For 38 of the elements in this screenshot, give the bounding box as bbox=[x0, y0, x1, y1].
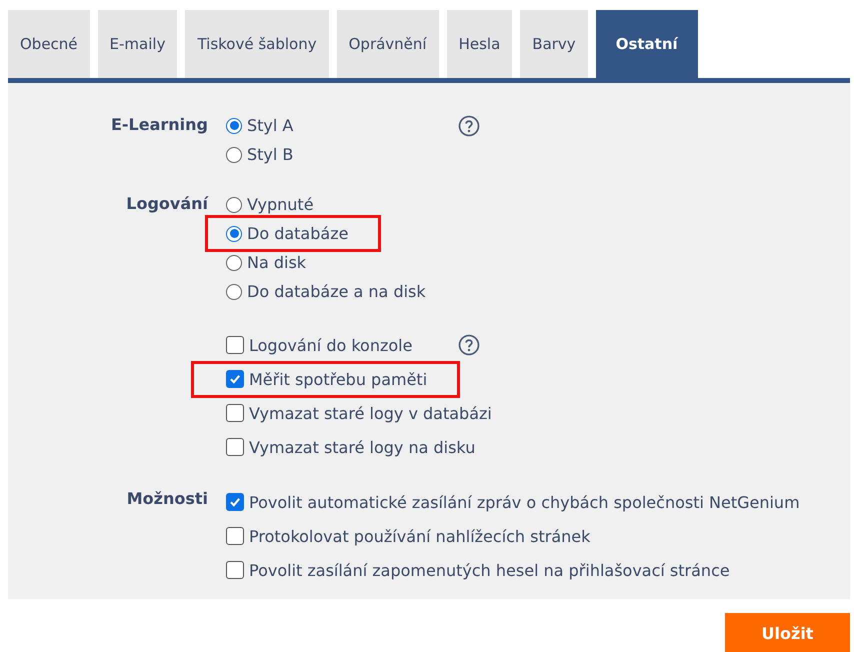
checkbox-option[interactable]: Vymazat staré logy na disku bbox=[226, 438, 476, 456]
radio-button[interactable] bbox=[226, 118, 242, 134]
checkbox[interactable] bbox=[226, 527, 244, 545]
radio-option[interactable]: Na disk bbox=[226, 253, 448, 272]
checkbox[interactable] bbox=[226, 336, 244, 354]
section-label: Možnosti bbox=[126, 488, 208, 510]
checkbox[interactable] bbox=[226, 561, 244, 579]
checkbox[interactable] bbox=[226, 370, 244, 388]
radio-option[interactable]: Do databáze a na disk bbox=[226, 282, 448, 301]
tab[interactable]: E-maily bbox=[98, 10, 178, 78]
radio-option[interactable]: Styl B bbox=[226, 145, 448, 164]
section-label: E-Learning bbox=[110, 114, 208, 136]
tab[interactable]: Obecné bbox=[8, 10, 90, 78]
checkbox[interactable] bbox=[226, 493, 244, 511]
tab[interactable]: Hesla bbox=[446, 10, 512, 78]
checkbox[interactable] bbox=[226, 404, 244, 422]
section-label: Logování bbox=[125, 193, 208, 215]
radio-button[interactable] bbox=[226, 196, 242, 212]
tab[interactable]: Tiskové šablony bbox=[185, 10, 329, 78]
radio-button[interactable] bbox=[226, 254, 242, 270]
radio-option[interactable]: Styl A bbox=[226, 116, 448, 135]
radio-option[interactable]: Vypnuté bbox=[226, 195, 448, 214]
radio-button[interactable] bbox=[226, 226, 242, 242]
tab[interactable]: Barvy bbox=[520, 10, 588, 78]
help-icon[interactable] bbox=[458, 114, 480, 136]
checkbox-option[interactable]: Logování do konzole bbox=[226, 336, 448, 354]
tab[interactable]: Oprávnění bbox=[336, 10, 439, 78]
checkbox-option[interactable]: Vymazat staré logy v databázi bbox=[226, 404, 492, 422]
checkbox-option[interactable]: Měřit spotřebu paměti bbox=[194, 364, 458, 394]
tab[interactable]: Ostatní bbox=[596, 10, 698, 78]
checkbox[interactable] bbox=[226, 438, 244, 456]
radio-button[interactable] bbox=[226, 284, 242, 300]
checkbox-option[interactable]: Povolit zasílání zapomenutých hesel na přihlašovací stránce bbox=[226, 560, 730, 580]
radio-option[interactable]: Do databáze bbox=[208, 218, 378, 249]
help-icon[interactable] bbox=[458, 334, 480, 356]
checkbox-option[interactable]: Povolit automatické zasílání zpráv o chybách společnosti NetGenium bbox=[226, 492, 800, 512]
checkbox-option[interactable]: Protokolovat používání nahlížecích stránek bbox=[226, 526, 590, 546]
radio-button[interactable] bbox=[226, 146, 242, 162]
